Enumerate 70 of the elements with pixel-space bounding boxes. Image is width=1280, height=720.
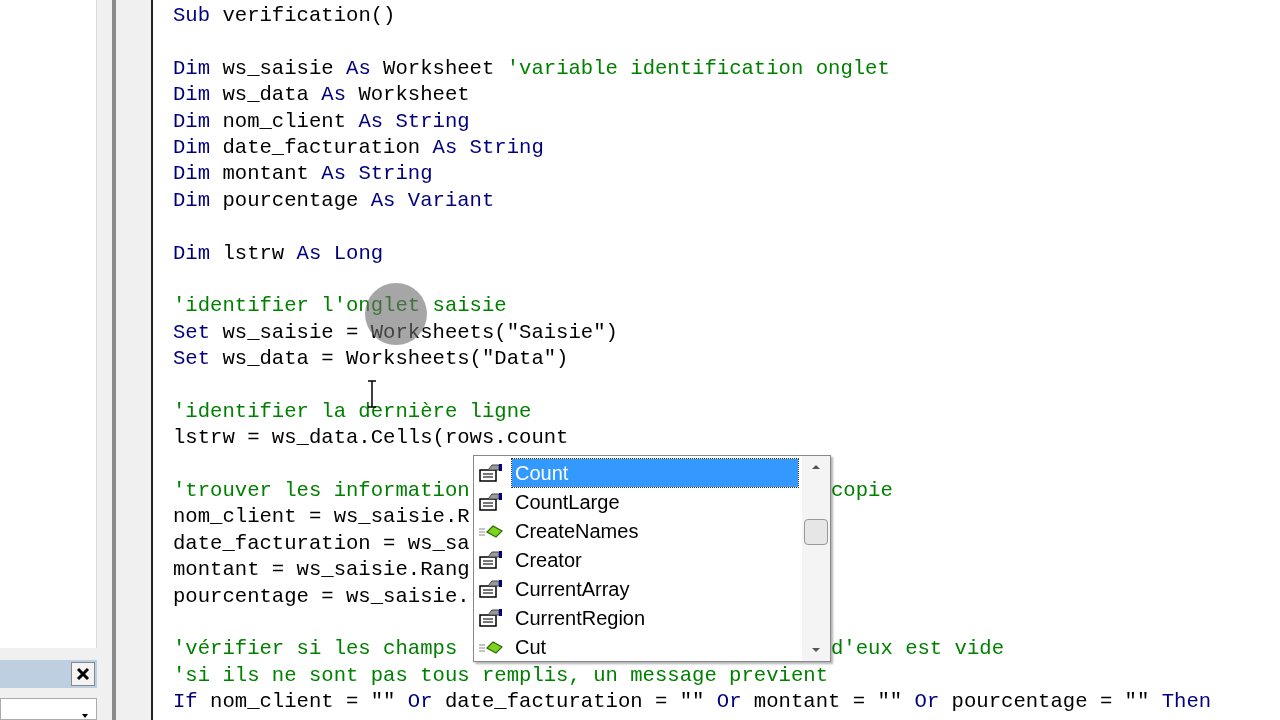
code-keyword: Dim <box>173 161 211 188</box>
code-text: date_facturation = "" <box>443 689 706 716</box>
code-keyword: Dim <box>173 187 211 214</box>
autocomplete-item[interactable]: CurrentArray <box>512 574 798 603</box>
code-text: ws_data = Worksheets("Data") <box>221 346 569 373</box>
code-keyword: Or <box>716 689 742 716</box>
code-comment: 'trouver les information <box>173 478 470 505</box>
code-keyword: As <box>346 55 371 82</box>
code-comment: 'identifier l'onglet saisie <box>173 293 507 320</box>
code-keyword: Dim <box>173 108 211 135</box>
code-keyword: Or <box>407 689 433 716</box>
code-text: date_facturation = ws_sa <box>173 530 470 557</box>
code-keyword: As Long <box>296 240 384 267</box>
autocomplete-item[interactable]: Cut <box>512 632 798 661</box>
autocomplete-item[interactable]: CountLarge <box>512 487 798 516</box>
code-text: ws_saisie <box>221 55 335 82</box>
code-text: pourcentage = "" <box>950 689 1151 716</box>
code-keyword: If <box>173 689 198 716</box>
code-keyword: Dim <box>173 55 211 82</box>
close-icon <box>76 667 90 681</box>
code-comment: 'si ils ne sont pas tous remplis, un message previent <box>173 662 828 689</box>
code-keyword: As String <box>358 108 470 135</box>
property-icon <box>478 577 504 600</box>
autocomplete-item[interactable]: Creator <box>512 545 798 574</box>
code-keyword: Or <box>914 689 940 716</box>
code-text: ws_data <box>221 82 310 109</box>
code-keyword: Dim <box>173 82 211 109</box>
code-text: Worksheet <box>357 82 470 109</box>
code-text: montant = "" <box>752 689 904 716</box>
code-text: nom_client = "" <box>209 689 397 716</box>
code-text: ws_saisie = Worksheets("Saisie") <box>221 319 618 346</box>
code-keyword: As String <box>432 134 544 161</box>
code-keyword: Dim <box>173 134 211 161</box>
code-comment: 'variable identification onglet <box>506 55 890 82</box>
autocomplete-item[interactable]: CreateNames <box>512 516 798 545</box>
property-icon <box>478 490 504 513</box>
code-text: lstrw = ws_data.Cells(rows.count <box>173 425 569 452</box>
code-keyword: Dim <box>173 240 211 267</box>
code-text: date_facturation <box>221 134 422 161</box>
code-keyword: As Variant <box>370 187 495 214</box>
code-keyword: Then <box>1161 689 1212 716</box>
property-icon <box>478 461 504 484</box>
code-text: nom_client = ws_saisie.R <box>173 504 470 531</box>
property-icon <box>478 606 504 629</box>
code-keyword: As String <box>321 161 433 188</box>
code-keyword: As <box>321 82 347 109</box>
scroll-thumb[interactable] <box>804 519 828 545</box>
code-text: lstrw <box>221 240 286 267</box>
code-text: pourcentage <box>221 187 360 214</box>
dropdown-field[interactable] <box>0 698 97 720</box>
property-icon <box>478 548 504 571</box>
code-comment: copie <box>831 479 893 503</box>
code-comment: 'identifier la dernière ligne <box>173 398 532 425</box>
code-text: verification() <box>221 3 396 29</box>
code-comment: 'vérifier si les champs <box>173 636 458 663</box>
scrollbar[interactable] <box>802 456 830 661</box>
code-text: montant <box>221 161 310 188</box>
code-comment: d'eux est vide <box>831 637 1005 661</box>
code-keyword: Set <box>173 319 211 346</box>
caret-icon <box>80 713 90 719</box>
scroll-down-icon[interactable] <box>811 647 821 653</box>
code-keyword: Sub <box>173 3 211 29</box>
code-keyword: Set <box>173 346 211 373</box>
code-text: pourcentage = ws_saisie. <box>173 583 470 610</box>
close-button[interactable] <box>71 662 95 686</box>
code-text: Worksheet <box>382 55 496 82</box>
code-text: nom_client <box>221 108 348 135</box>
scroll-up-icon[interactable] <box>811 464 821 470</box>
code-text: montant = ws_saisie.Rang <box>173 557 470 584</box>
autocomplete-item[interactable]: CurrentRegion <box>512 603 798 632</box>
